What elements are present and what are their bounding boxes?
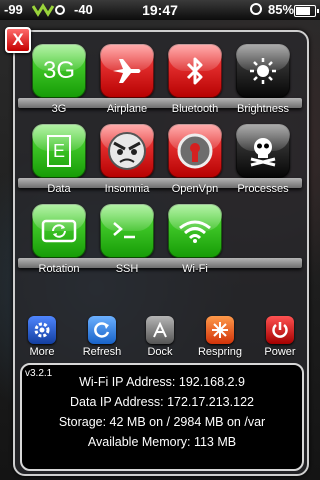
- toggle-processes[interactable]: [236, 124, 290, 178]
- angry-face-icon: [100, 124, 154, 178]
- battery-percent: 85%: [268, 2, 295, 17]
- respring-label: Respring: [197, 346, 243, 358]
- toggle-ssh[interactable]: [100, 204, 154, 258]
- 3g-text-icon: 3G: [42, 57, 75, 84]
- toggle-label: Insomnia: [104, 183, 150, 195]
- vpn-keyhole-icon: [168, 124, 222, 178]
- more-button[interactable]: [28, 316, 56, 344]
- toggle-label: Airplane: [106, 103, 148, 115]
- data-e-letter: E: [47, 135, 71, 167]
- toggle-label: Data: [47, 183, 71, 195]
- toggle-label: Bluetooth: [171, 103, 219, 115]
- brightness-icon: [236, 44, 290, 98]
- toggle-rotation[interactable]: [32, 204, 86, 258]
- toggle-wifi[interactable]: [168, 204, 222, 258]
- toggle-label: 3G: [51, 103, 67, 115]
- toggle-label: SSH: [115, 263, 139, 275]
- terminal-icon: [100, 204, 154, 258]
- gear-icon: [34, 322, 50, 338]
- burst-icon: [212, 322, 228, 338]
- refresh-label: Refresh: [82, 346, 122, 358]
- toggle-label: OpenVpn: [171, 183, 219, 195]
- system-info-box: v3.2.1 Wi-Fi IP Address: 192.168.2.9 Dat…: [20, 363, 304, 471]
- toggle-data[interactable]: E: [32, 124, 86, 178]
- available-memory: Available Memory: 113 MB: [87, 435, 237, 449]
- toggle-label: Wi-Fi: [182, 263, 208, 275]
- respring-button[interactable]: [206, 316, 234, 344]
- data-ip-address: Data IP Address: 172.17.213.122: [70, 395, 254, 409]
- toggle-label: Brightness: [237, 103, 289, 115]
- skull-crossbones-icon: [236, 124, 290, 178]
- storage-info: Storage: 42 MB on / 2984 MB on /var: [58, 415, 266, 429]
- close-button[interactable]: X: [5, 27, 31, 53]
- power-icon: [272, 322, 288, 338]
- status-bar: -99 -40 19:47 85%: [0, 0, 320, 20]
- rotation-icon: [32, 204, 86, 258]
- dock-button[interactable]: [146, 316, 174, 344]
- refresh-button[interactable]: [88, 316, 116, 344]
- toggle-3g[interactable]: 3G: [32, 44, 86, 98]
- bluetooth-icon: [168, 44, 222, 98]
- toggle-label: Processes: [237, 183, 289, 195]
- app-store-icon: [153, 321, 167, 338]
- toggle-openvpn[interactable]: [168, 124, 222, 178]
- wifi-ip-address: Wi-Fi IP Address: 192.168.2.9: [79, 375, 245, 389]
- toggle-brightness[interactable]: [236, 44, 290, 98]
- power-label: Power: [264, 346, 296, 358]
- more-label: More: [29, 346, 55, 358]
- data-e-icon: E: [32, 124, 86, 178]
- toggle-label: Rotation: [38, 263, 80, 275]
- battery-icon: [294, 5, 319, 17]
- airplane-icon: [100, 44, 154, 98]
- power-button[interactable]: [266, 316, 294, 344]
- toggle-bluetooth[interactable]: [168, 44, 222, 98]
- dock-label: Dock: [147, 346, 173, 358]
- toggle-airplane[interactable]: [100, 44, 154, 98]
- wifi-icon: [168, 204, 222, 258]
- refresh-icon: [94, 322, 110, 338]
- alarm-icon: [250, 3, 262, 15]
- toggle-insomnia[interactable]: [100, 124, 154, 178]
